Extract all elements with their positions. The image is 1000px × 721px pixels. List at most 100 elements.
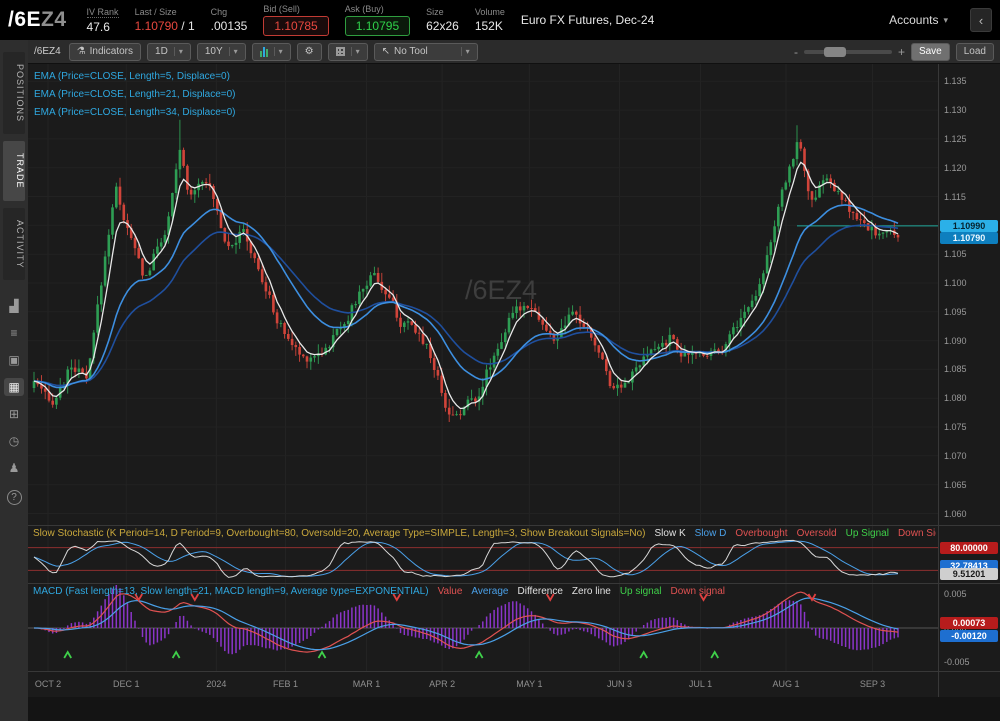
- collapse-panel-button[interactable]: ‹: [970, 8, 992, 32]
- iv-rank-field: IV Rank 47.6: [87, 7, 119, 34]
- date-label: MAR 1: [353, 679, 381, 689]
- chevron-left-icon: ‹: [979, 13, 983, 28]
- volume-field: Volume 152K: [475, 7, 505, 33]
- chevron-down-icon: ▾: [943, 15, 948, 26]
- price-tick-label: 1.115: [944, 192, 966, 202]
- ask-label: Ask (Buy): [345, 4, 384, 14]
- study-title: MACD (Fast length=13, Slow length=21, MA…: [33, 586, 429, 597]
- zoom-slider[interactable]: [804, 50, 892, 54]
- up-signal-marker: [640, 652, 647, 658]
- last-size-label: Last / Size: [135, 7, 177, 17]
- price-tick-label: 1.070: [944, 451, 967, 461]
- change-value: .00135: [211, 19, 248, 33]
- zoom-out-button[interactable]: -: [794, 45, 798, 59]
- date-label: JUN 3: [607, 679, 632, 689]
- price-tick-label: 1.065: [944, 480, 967, 490]
- legend-item: Down Signal: [898, 528, 936, 539]
- sidebar-tab-positions[interactable]: POSITIONS: [3, 52, 25, 134]
- macd-legend: MACD (Fast length=13, Slow length=21, MA…: [33, 586, 936, 597]
- price-tick-label: 1.060: [944, 509, 967, 519]
- zoom-slider-handle[interactable]: [824, 47, 846, 57]
- load-button[interactable]: Load: [956, 43, 994, 61]
- up-signal-marker: [64, 652, 71, 658]
- date-label: JUL 1: [689, 679, 712, 689]
- aggregation-dropdown[interactable]: 1D▾: [147, 43, 191, 61]
- layout-grid-icon: [336, 47, 345, 56]
- volume-value: 152K: [475, 19, 503, 33]
- volume-label: Volume: [475, 7, 505, 17]
- chart-icon[interactable]: ▟: [4, 297, 24, 315]
- macd-chart[interactable]: [28, 584, 938, 671]
- chart-type-dropdown[interactable]: ▾: [252, 43, 291, 61]
- grid-chart-icon[interactable]: ▦: [4, 378, 24, 396]
- layout-dropdown[interactable]: ▾: [328, 43, 368, 61]
- time-axis[interactable]: OCT 2DEC 12024FEB 1MAR 1APR 2MAY 1JUN 3J…: [28, 672, 938, 697]
- bid-field: Bid (Sell) 1.10785: [263, 4, 328, 36]
- price-tick-label: 1.130: [944, 105, 967, 115]
- legend-item: Difference: [518, 586, 563, 597]
- help-icon[interactable]: ?: [7, 490, 22, 505]
- chevron-down-icon: ▾: [229, 47, 238, 56]
- last-size: / 1: [181, 19, 194, 33]
- bid-button[interactable]: 1.10785: [263, 16, 328, 36]
- price-axis[interactable]: 1.1351.1301.1251.1201.1151.1101.1051.100…: [938, 64, 1000, 525]
- save-button[interactable]: Save: [911, 43, 950, 61]
- up-signal-marker: [319, 652, 326, 658]
- price-tag: 1.10990: [940, 220, 998, 232]
- size-field: Size 62x26: [426, 7, 459, 33]
- price-tick-label: 1.075: [944, 422, 967, 432]
- notes-icon[interactable]: ▣: [4, 351, 24, 369]
- price-tick-label: 1.135: [944, 76, 967, 86]
- legend-item: Up Signal: [846, 528, 889, 539]
- up-signal-marker: [173, 652, 180, 658]
- legend-item: Oversold: [797, 528, 837, 539]
- sidebar-tab-trade[interactable]: TRADE: [3, 141, 25, 201]
- legend-item: Up signal: [620, 586, 662, 597]
- range-dropdown[interactable]: 10Y▾: [197, 43, 246, 61]
- last-size-field: Last / Size 1.10790 / 1: [135, 7, 195, 33]
- zoom-in-button[interactable]: +: [898, 45, 905, 59]
- study-title: Slow Stochastic (K Period=14, D Period=9…: [33, 528, 646, 539]
- legend-item: Down signal: [671, 586, 725, 597]
- ask-button[interactable]: 1.10795: [345, 16, 410, 36]
- bottom-filler: [28, 697, 1000, 721]
- users-icon[interactable]: ♟: [4, 459, 24, 477]
- date-label: FEB 1: [273, 679, 298, 689]
- price-tick-label: 1.090: [944, 336, 967, 346]
- change-field: Chg .00135: [211, 7, 248, 33]
- chevron-down-icon: ▾: [351, 47, 360, 56]
- list-icon[interactable]: ≡: [4, 324, 24, 342]
- iv-rank-label: IV Rank: [87, 7, 119, 18]
- date-label: MAY 1: [516, 679, 542, 689]
- study-labels: EMA (Price=CLOSE, Length=5, Displace=0) …: [34, 68, 236, 122]
- iv-rank-value: 47.6: [87, 20, 110, 34]
- apps-icon[interactable]: ⊞: [4, 405, 24, 423]
- date-label: 2024: [206, 679, 226, 689]
- stochastic-legend: Slow Stochastic (K Period=14, D Period=9…: [33, 528, 936, 539]
- drawing-tool-dropdown[interactable]: ↖ No Tool ▾: [374, 43, 478, 61]
- chevron-down-icon: ▾: [274, 47, 283, 56]
- price-tick-label: 1.085: [944, 364, 967, 374]
- price-chart[interactable]: EMA (Price=CLOSE, Length=5, Displace=0) …: [28, 64, 938, 525]
- ema-label: EMA (Price=CLOSE, Length=34, Displace=0): [34, 104, 236, 122]
- indicators-button[interactable]: ⚗ Indicators: [69, 43, 141, 61]
- date-label: OCT 2: [35, 679, 61, 689]
- history-icon[interactable]: ◷: [4, 432, 24, 450]
- chart-settings-button[interactable]: ⚙: [297, 43, 322, 61]
- quote-header: /6EZ4 IV Rank 47.6 Last / Size 1.10790 /…: [0, 0, 1000, 40]
- sidebar-tab-activity[interactable]: ACTIVITY: [3, 208, 25, 281]
- legend-item: Value: [438, 586, 463, 597]
- change-label: Chg: [211, 7, 228, 17]
- svg-text:/6EZ4: /6EZ4: [465, 275, 537, 305]
- stochastic-tag: 80.00000: [940, 542, 998, 554]
- legend-item: Overbought: [735, 528, 787, 539]
- date-label: DEC 1: [113, 679, 140, 689]
- accounts-dropdown[interactable]: Accounts▾: [883, 9, 954, 31]
- price-tick-label: 1.100: [944, 278, 967, 288]
- candlestick-chart[interactable]: /6EZ4: [28, 64, 938, 525]
- price-tick-label: 1.125: [944, 134, 967, 144]
- axis-corner: [938, 672, 1000, 697]
- macd-pane[interactable]: MACD (Fast length=13, Slow length=21, MA…: [28, 584, 938, 671]
- stochastic-pane[interactable]: Slow Stochastic (K Period=14, D Period=9…: [28, 526, 938, 583]
- macd-axis: 0.0050.000-0.0050.00073-0.00120: [938, 584, 1000, 671]
